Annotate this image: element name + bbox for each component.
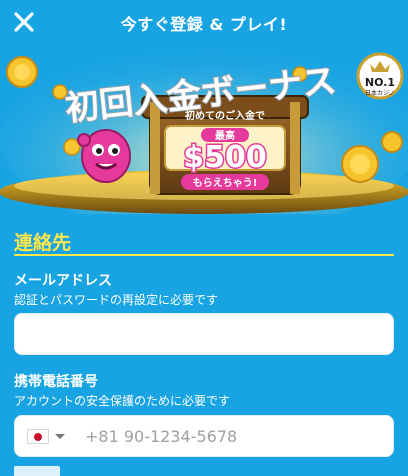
header-bar: 今すぐ登録 & プレイ!	[0, 0, 408, 44]
coin-icon	[381, 131, 403, 153]
section-title-contact: 連絡先	[14, 232, 72, 254]
no1-badge-icon: NO.1 日本カジノ	[356, 52, 404, 100]
section-divider	[14, 254, 394, 256]
japan-flag-icon	[27, 429, 49, 444]
email-field[interactable]	[15, 314, 393, 354]
coin-icon	[341, 145, 379, 183]
phone-hint: アカウントの安全保護のために必要です	[14, 394, 231, 408]
bonus-amount: $500	[183, 140, 267, 175]
bonus-banner: 初回入金ボーナス 初めてのご入金で 最高 $500 もらえちゃう! NO.1 日…	[0, 44, 408, 214]
badge-bottom-text: 日本カジノ	[365, 89, 395, 97]
email-field-box	[14, 313, 394, 355]
country-code-select[interactable]	[27, 427, 77, 447]
coin-icon	[6, 56, 38, 88]
email-hint: 認証とパスワードの再設定に必要です	[14, 293, 219, 307]
chevron-down-icon	[55, 434, 65, 439]
page-title: 今すぐ登録 & プレイ!	[120, 15, 288, 34]
next-field-label-partial	[14, 466, 74, 476]
badge-top-text: NO.1	[365, 76, 395, 89]
chest-caption: 初めてのご入金で	[185, 109, 265, 122]
cta-text: もらえちゃう!	[193, 177, 258, 189]
registration-page: 今すぐ登録 & プレイ! 初回入金ボーナス 初めてのご入金で 最高 $500 も…	[0, 0, 408, 476]
email-label: メールアドレス	[14, 273, 112, 289]
phone-field-box	[14, 415, 394, 457]
phone-label: 携帯電話番号	[14, 374, 98, 390]
